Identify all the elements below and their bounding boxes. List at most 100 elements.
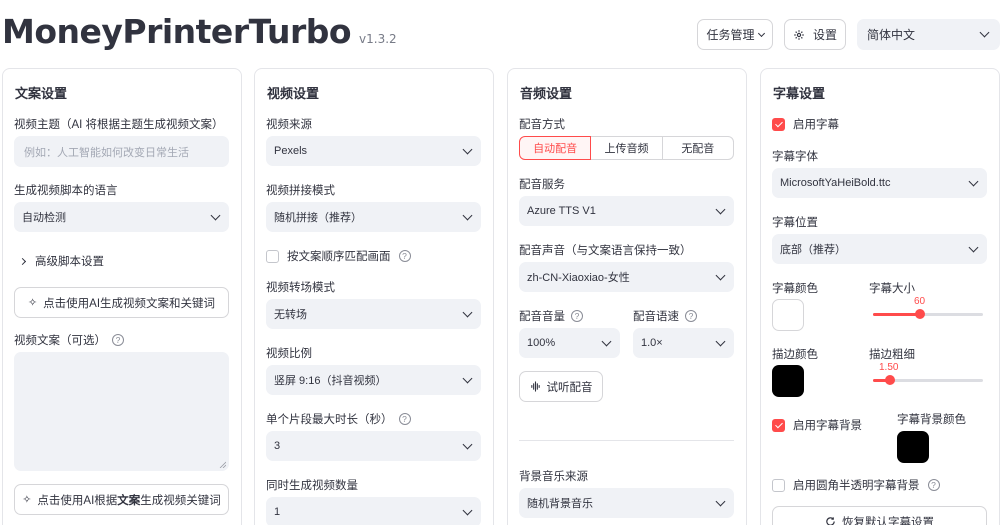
subtitle-bg-color-picker[interactable] (897, 431, 929, 463)
subtitle-size-value: 60 (914, 296, 926, 307)
sparkle-icon: ✧ (27, 297, 38, 309)
script-settings-title: 文案设置 (15, 86, 68, 101)
advanced-script-expander[interactable]: 高级脚本设置 (18, 253, 104, 269)
advanced-script-label: 高级脚本设置 (35, 256, 104, 268)
aspect-ratio-label: 视频比例 (266, 348, 312, 360)
transition-label: 视频转场模式 (266, 282, 335, 294)
transition-select[interactable]: 无转场 (266, 299, 481, 329)
max-clip-value: 3 (274, 440, 281, 452)
chevron-down-icon (968, 242, 979, 252)
reset-subtitle-label: 恢复默认字幕设置 (842, 516, 934, 525)
aspect-ratio-select[interactable]: 竖屏 9:16（抖音视频） (266, 365, 481, 395)
script-textarea[interactable] (14, 352, 229, 471)
script-language-label: 生成视频脚本的语言 (14, 185, 118, 197)
topic-placeholder: 例如：人工智能如何改变日常生活 (24, 146, 189, 159)
script-language-select[interactable]: 自动检测 (14, 202, 229, 232)
task-manager-label: 任务管理 (706, 28, 755, 42)
help-icon[interactable]: ? (571, 310, 583, 322)
checkbox-checked-icon (772, 418, 785, 432)
speed-label: 配音语速 (633, 311, 679, 323)
help-icon[interactable]: ? (927, 479, 940, 491)
slider-thumb[interactable] (915, 309, 926, 319)
subtitle-font-label: 字幕字体 (772, 151, 818, 163)
preview-voice-label: 试听配音 (546, 381, 593, 394)
video-count-value: 1 (274, 506, 281, 518)
tts-service-label: 配音服务 (519, 179, 565, 191)
chevron-down-icon (210, 210, 221, 220)
topic-label: 视频主题（AI 将根据主题生成视频文案） (14, 119, 224, 131)
help-icon[interactable]: ? (112, 334, 124, 346)
enable-subtitle-bg-label: 启用字幕背景 (793, 420, 862, 432)
help-icon[interactable]: ? (398, 413, 411, 425)
volume-label: 配音音量 (519, 311, 565, 323)
dubbing-option-upload[interactable]: 上传音频 (590, 136, 663, 160)
rounded-bg-checkbox[interactable]: 启用圆角半透明字幕背景 ? (772, 477, 940, 493)
slider-thumb[interactable] (884, 375, 895, 385)
checkbox-icon (266, 249, 279, 263)
rounded-bg-label: 启用圆角半透明字幕背景 (793, 480, 920, 492)
chevron-right-icon (18, 257, 27, 265)
script-settings-card: 文案设置 视频主题（AI 将根据主题生成视频文案） 例如：人工智能如何改变日常生… (2, 68, 242, 525)
generate-keywords-label: 点击使用AI根据文案生成视频关键词 (37, 494, 221, 507)
aspect-ratio-value: 竖屏 9:16（抖音视频） (274, 375, 387, 387)
max-clip-select[interactable]: 3 (266, 431, 481, 461)
video-count-select[interactable]: 1 (266, 497, 481, 525)
subtitle-font-select[interactable]: MicrosoftYaHeiBold.ttc (772, 168, 987, 198)
bgm-source-label: 背景音乐来源 (519, 471, 588, 483)
concat-mode-label: 视频拼接模式 (266, 185, 335, 197)
match-order-label: 按文案顺序匹配画面 (287, 251, 391, 263)
sparkle-icon: ✧ (22, 494, 32, 506)
task-manager-button[interactable]: 任务管理 (697, 19, 773, 50)
voice-select[interactable]: zh-CN-Xiaoxiao-女性 (519, 262, 734, 292)
chevron-down-icon (968, 176, 979, 186)
gear-icon (794, 29, 804, 40)
chevron-down-icon (715, 204, 726, 214)
slider-fill (873, 313, 921, 316)
voice-value: zh-CN-Xiaoxiao-女性 (527, 272, 630, 284)
subtitle-font-value: MicrosoftYaHeiBold.ttc (780, 177, 891, 189)
concat-mode-select[interactable]: 随机拼接（推荐） (266, 202, 481, 232)
chevron-down-icon (715, 270, 726, 280)
settings-button[interactable]: 设置 (784, 19, 846, 50)
stroke-width-slider[interactable] (873, 375, 983, 385)
enable-subtitle-checkbox[interactable]: 启用字幕 (772, 116, 839, 132)
speed-label-row: 配音语速 ? (633, 308, 697, 324)
subtitle-position-value: 底部（推荐） (780, 244, 846, 256)
chevron-down-icon (715, 496, 726, 506)
topic-input[interactable]: 例如：人工智能如何改变日常生活 (14, 136, 229, 167)
max-clip-label-row: 单个片段最大时长（秒） ? (266, 411, 411, 427)
speed-select[interactable]: 1.0× (633, 328, 734, 358)
subtitle-size-slider[interactable] (873, 309, 983, 319)
match-order-checkbox[interactable]: 按文案顺序匹配画面 ? (266, 248, 411, 264)
stroke-color-picker[interactable] (772, 365, 804, 397)
generate-script-label: 点击使用AI生成视频文案和关键词 (43, 297, 216, 310)
chevron-down-icon (757, 29, 765, 37)
checkbox-icon (772, 478, 785, 492)
bgm-source-value: 随机背景音乐 (527, 498, 593, 510)
tts-service-select[interactable]: Azure TTS V1 (519, 196, 734, 226)
chevron-down-icon (462, 307, 473, 317)
resize-handle-icon[interactable] (219, 461, 226, 468)
subtitle-position-select[interactable]: 底部（推荐） (772, 234, 987, 264)
language-select[interactable]: 简体中文 (857, 19, 1000, 50)
dubbing-option-auto[interactable]: 自动配音 (519, 136, 592, 160)
help-icon[interactable]: ? (398, 250, 411, 262)
subtitle-color-picker[interactable] (772, 299, 804, 331)
reset-subtitle-button[interactable]: 恢复默认字幕设置 (772, 506, 987, 525)
audio-settings-title: 音频设置 (520, 86, 573, 101)
app-name: MoneyPrinterTurbo (2, 12, 352, 51)
volume-select[interactable]: 100% (519, 328, 620, 358)
preview-voice-button[interactable]: 试听配音 (519, 371, 603, 402)
video-source-select[interactable]: Pexels (266, 136, 481, 166)
bgm-source-select[interactable]: 随机背景音乐 (519, 488, 734, 518)
generate-keywords-button[interactable]: ✧ 点击使用AI根据文案生成视频关键词 (14, 484, 229, 515)
section-divider (519, 440, 734, 441)
dubbing-option-none[interactable]: 无配音 (661, 136, 734, 160)
generate-script-button[interactable]: ✧ 点击使用AI生成视频文案和关键词 (14, 287, 229, 318)
enable-subtitle-bg-checkbox[interactable]: 启用字幕背景 (772, 417, 862, 433)
chevron-down-icon (462, 373, 473, 383)
video-count-label: 同时生成视频数量 (266, 480, 358, 492)
checkbox-checked-icon (772, 117, 785, 131)
app-title: MoneyPrinterTurbo v1.3.2 (2, 12, 397, 51)
help-icon[interactable]: ? (685, 310, 697, 322)
